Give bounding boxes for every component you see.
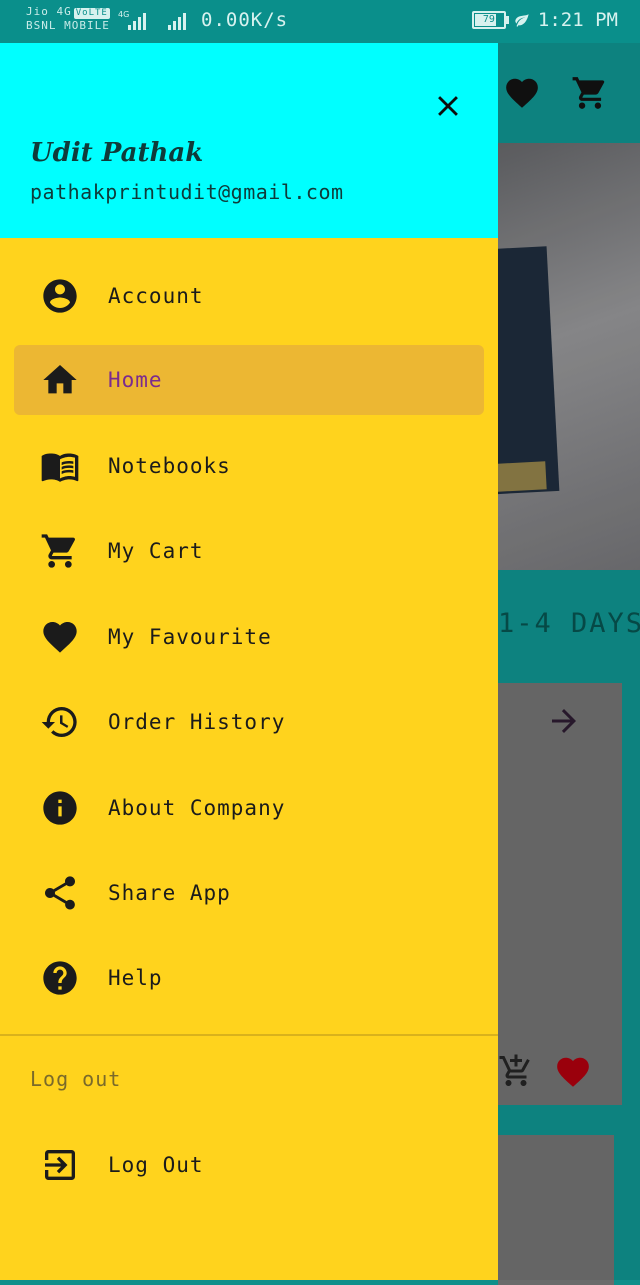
- menu-item-label: My Favourite: [108, 625, 272, 649]
- carrier-info: Jio 4G VoLTE BSNL MOBILE: [26, 5, 110, 33]
- help-icon: [40, 958, 80, 998]
- menu-item-home[interactable]: Home: [14, 345, 484, 415]
- carrier-1: Jio 4G: [26, 5, 72, 18]
- drawer-scrim[interactable]: [498, 43, 640, 1280]
- section-label-logout: Log out: [30, 1067, 122, 1091]
- drawer-header: Udit Pathak pathakprintudit@gmail.com: [0, 43, 498, 238]
- cart-icon: [40, 531, 80, 571]
- menu-item-share-app[interactable]: Share App: [14, 858, 484, 928]
- user-email: pathakprintudit@gmail.com: [30, 180, 344, 204]
- home-icon: [40, 360, 80, 400]
- network-speed: 0.00K/s: [201, 9, 289, 31]
- share-icon: [40, 873, 80, 913]
- menu-item-my-favourite[interactable]: My Favourite: [14, 602, 484, 672]
- volte-badge: VoLTE: [73, 8, 110, 19]
- menu-item-label: Notebooks: [108, 454, 231, 478]
- menu-item-log-out[interactable]: Log Out: [14, 1130, 484, 1200]
- battery-icon: 79: [471, 11, 509, 29]
- menu-item-label: Order History: [108, 710, 286, 734]
- account-circle-icon: [40, 276, 80, 316]
- heart-icon: [40, 617, 80, 657]
- menu-item-my-cart[interactable]: My Cart: [14, 516, 484, 586]
- leaf-icon: [515, 14, 529, 27]
- menu-item-help[interactable]: Help: [14, 943, 484, 1013]
- signal-icon: [128, 12, 146, 30]
- menu-item-label: Home: [108, 368, 163, 392]
- user-name: Udit Pathak: [30, 138, 204, 168]
- logout-icon: [40, 1145, 80, 1185]
- menu-item-notebooks[interactable]: Notebooks: [14, 431, 484, 501]
- close-button[interactable]: [428, 86, 468, 126]
- menu-item-label: Share App: [108, 881, 231, 905]
- menu-item-account[interactable]: Account: [14, 261, 484, 331]
- menu-item-order-history[interactable]: Order History: [14, 687, 484, 757]
- menu-item-about-company[interactable]: About Company: [14, 773, 484, 843]
- history-icon: [40, 702, 80, 742]
- book-icon: [40, 446, 80, 486]
- info-icon: [40, 788, 80, 828]
- divider: [0, 1034, 498, 1036]
- menu-item-label: Help: [108, 966, 163, 990]
- menu-item-label: About Company: [108, 796, 286, 820]
- menu-item-label: Account: [108, 284, 204, 308]
- navigation-drawer: Udit Pathak pathakprintudit@gmail.com Ac…: [0, 43, 498, 1280]
- carrier-2: BSNL MOBILE: [26, 19, 110, 32]
- status-bar: Jio 4G VoLTE BSNL MOBILE 4G 0.00K/s 79 1:…: [0, 0, 640, 43]
- battery-level: 79: [482, 14, 495, 25]
- menu-item-label: Log Out: [108, 1153, 204, 1177]
- close-icon: [438, 96, 458, 116]
- clock: 1:21 PM: [537, 9, 618, 31]
- menu-item-label: My Cart: [108, 539, 204, 563]
- signal-2-icon: [168, 12, 186, 30]
